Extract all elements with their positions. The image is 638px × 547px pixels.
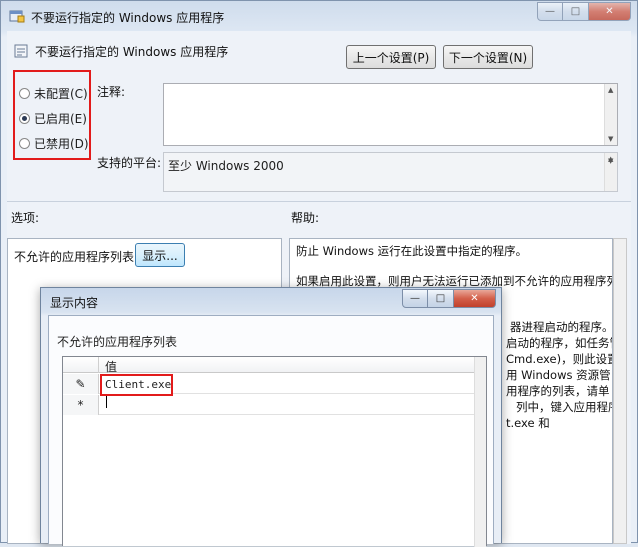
radio-circle-checked[interactable] [19, 113, 30, 124]
edit-pencil-icon: ✎ [63, 374, 99, 394]
platform-scrollbar[interactable]: ▲ ▼ [604, 153, 617, 191]
column-header-value[interactable]: 值 [105, 358, 117, 375]
dialog-title: 显示内容 [50, 296, 99, 310]
dialog-minimize-button[interactable]: — [402, 289, 428, 308]
help-line: 列中，键入应用程序 [516, 400, 613, 414]
platform-field: 至少 Windows 2000 ▲ ▼ [163, 152, 618, 192]
close-button[interactable]: ✕ [589, 2, 631, 21]
dialog-caption-buttons: — □ ✕ [402, 289, 496, 308]
radio-enabled[interactable]: 已启用(E) [19, 110, 87, 127]
caption-buttons: — □ ✕ [537, 2, 631, 22]
help-scrollbar[interactable] [613, 238, 627, 544]
radio-label: 未配置(C) [34, 87, 88, 101]
disallowed-list-label: 不允许的应用程序列表 [14, 250, 135, 264]
maximize-button[interactable]: □ [563, 2, 589, 21]
scroll-down-icon[interactable]: ▼ [608, 157, 613, 189]
table-row-new[interactable]: * [63, 395, 486, 415]
row-header-cell [63, 357, 99, 373]
help-line: 启动的程序，如任务管 [506, 336, 613, 350]
help-heading: 帮助: [291, 211, 320, 225]
dialog-list-label: 不允许的应用程序列表 [57, 335, 178, 349]
divider [7, 201, 631, 202]
scroll-up-icon[interactable]: ▲ [608, 86, 613, 94]
radio-not-configured[interactable]: 未配置(C) [19, 85, 88, 102]
cell-value: Client.exe [105, 378, 172, 391]
window-title: 不要运行指定的 Windows 应用程序 [31, 11, 225, 25]
grid-scrollbar[interactable] [474, 357, 486, 547]
comment-scrollbar[interactable]: ▲ ▼ [604, 84, 617, 145]
comment-label: 注释: [97, 85, 126, 99]
show-button[interactable]: 显示... [135, 243, 185, 267]
next-setting-button[interactable]: 下一个设置(N) [443, 45, 533, 69]
platform-label: 支持的平台: [97, 156, 162, 170]
radio-disabled[interactable]: 已禁用(D) [19, 135, 89, 152]
scroll-down-icon[interactable]: ▼ [608, 135, 613, 143]
show-contents-dialog: 显示内容 — □ ✕ 不允许的应用程序列表 值 ✎ Client.exe * [40, 287, 502, 547]
title-bar[interactable]: 不要运行指定的 Windows 应用程序 — □ ✕ [1, 1, 637, 31]
radio-label: 已启用(E) [34, 112, 87, 126]
dialog-maximize-button[interactable]: □ [428, 289, 454, 308]
platform-value: 至少 Windows 2000 [168, 159, 284, 173]
state-radio-group: 未配置(C) 已启用(E) 已禁用(D) [13, 70, 91, 160]
help-line: 器进程启动的程序。 [510, 320, 613, 334]
new-row-asterisk-icon: * [63, 395, 99, 415]
help-line: t.exe 和 [506, 416, 550, 430]
grid-header: 值 [63, 357, 486, 375]
help-line: Cmd.exe)，则此设置 [506, 352, 613, 366]
minimize-button[interactable]: — [537, 2, 563, 21]
values-grid: 值 ✎ Client.exe * [62, 356, 487, 547]
radio-circle[interactable] [19, 88, 30, 99]
value-cell-editing[interactable]: Client.exe [100, 374, 173, 408]
radio-label: 已禁用(D) [34, 137, 89, 151]
dialog-close-button[interactable]: ✕ [454, 289, 496, 308]
help-line: 用 Windows 资源管 [506, 368, 611, 382]
policy-header: 不要运行指定的 Windows 应用程序 [35, 45, 229, 59]
table-row[interactable]: ✎ Client.exe [63, 374, 486, 408]
radio-circle[interactable] [19, 138, 30, 149]
options-heading: 选项: [11, 211, 40, 225]
policy-icon [9, 10, 25, 23]
comment-field[interactable]: ▲ ▼ [163, 83, 618, 146]
previous-setting-button[interactable]: 上一个设置(P) [346, 45, 436, 69]
setting-icon [14, 44, 28, 58]
help-line: 防止 Windows 运行在此设置中指定的程序。 [296, 244, 528, 258]
dialog-body: 不允许的应用程序列表 值 ✎ Client.exe * [48, 315, 494, 547]
value-cell[interactable] [100, 395, 486, 415]
help-line: 用程序的列表，请单 [506, 384, 610, 398]
